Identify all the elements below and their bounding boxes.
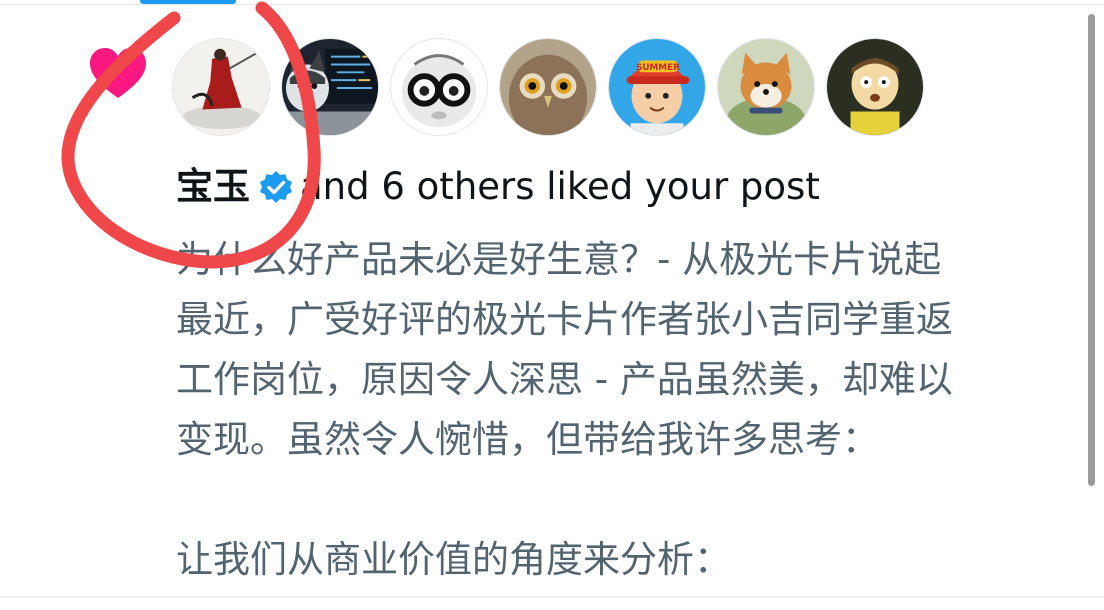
headline-text: and 6 others liked your post: [300, 165, 820, 208]
avatar-cartoon[interactable]: [826, 38, 924, 136]
svg-text:SUMMER: SUMMER: [636, 63, 680, 73]
avatar-owl[interactable]: [499, 38, 597, 136]
notification-headline: 宝玉 and 6 others liked your post: [176, 162, 820, 212]
bottom-divider: [0, 596, 1104, 598]
user-name[interactable]: 宝玉: [176, 162, 250, 212]
avatar-baoyu[interactable]: [172, 38, 270, 136]
avatar-husky-laptop[interactable]: [281, 38, 379, 136]
top-divider: [0, 4, 1104, 5]
post-line: 最近，广受好评的极光卡片作者张小吉同学重返: [176, 298, 953, 341]
post-preview[interactable]: 为什么好产品未必是好生意？- 从极光卡片说起 最近，广受好评的极光卡片作者张小吉…: [176, 230, 1076, 590]
post-line: 让我们从商业价值的角度来分析：: [176, 538, 731, 581]
avatar-summer-cap[interactable]: SUMMER: [608, 38, 706, 136]
verified-badge-icon: [258, 169, 294, 205]
scrollbar[interactable]: [1088, 14, 1095, 486]
avatar-shiba[interactable]: [717, 38, 815, 136]
post-line: 变现。虽然令人惋惜，但带给我许多思考：: [176, 418, 879, 461]
post-line: 为什么好产品未必是好生意？- 从极光卡片说起: [176, 238, 942, 281]
avatar-baby-glasses[interactable]: [390, 38, 488, 136]
post-line: 工作岗位，原因令人深思 - 产品虽然美，却难以: [176, 358, 953, 401]
heart-icon: [88, 46, 148, 100]
active-tab-indicator: [140, 0, 236, 4]
